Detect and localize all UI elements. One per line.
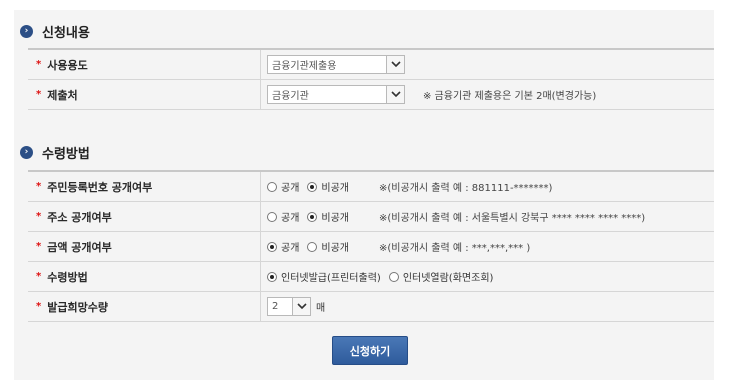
section-application-header: › 신청내용 xyxy=(20,22,90,41)
address-public-radio[interactable]: 공개 xyxy=(267,209,299,224)
address-note: ※(비공개시 출력 예 : 서울특별시 강북구 **** **** **** *… xyxy=(379,213,646,224)
quantity-label: 발급희망수량 xyxy=(47,300,108,314)
section-receipt-title: 수령방법 xyxy=(42,147,90,162)
section-application-title: 신청내용 xyxy=(42,26,90,41)
amount-public-radio[interactable]: 공개 xyxy=(267,239,299,254)
usage-row: * 사용용도 금융기관제출용 xyxy=(28,50,714,80)
address-disclosure-label: 주소 공개여부 xyxy=(47,210,112,224)
rrn-private-radio[interactable]: 비공개 xyxy=(307,179,349,194)
bullet-arrow-icon: › xyxy=(20,25,33,38)
quantity-unit: 매 xyxy=(316,303,326,314)
quantity-select-value: 2 xyxy=(272,301,279,312)
rrn-disclosure-row: * 주민등록번호 공개여부 공개 비공개 ※(비공개시 출력 예 : 88111… xyxy=(28,172,714,202)
form-panel: › 신청내용 * 사용용도 금융기관제출용 * 제출처 금융기관 ※ 금융기관 … xyxy=(14,10,714,380)
required-star-icon: * xyxy=(36,211,42,222)
rrn-note: ※(비공개시 출력 예 : 881111-*******) xyxy=(379,183,553,194)
receipt-method-label: 수령방법 xyxy=(47,270,88,284)
submit-to-note: ※ 금융기관 제출용은 기본 2매(변경가능) xyxy=(423,91,597,102)
amount-note: ※(비공개시 출력 예 : ***,***,*** ) xyxy=(379,243,531,254)
chevron-down-icon[interactable] xyxy=(386,86,404,103)
section-receipt-header: › 수령방법 xyxy=(20,143,90,162)
internet-print-radio[interactable]: 인터넷발급(프린터출력) xyxy=(267,269,381,284)
usage-label: 사용용도 xyxy=(47,58,88,72)
required-star-icon: * xyxy=(36,241,42,252)
bullet-arrow-icon: › xyxy=(20,146,33,159)
quantity-select[interactable]: 2 xyxy=(267,297,311,316)
amount-private-radio[interactable]: 비공개 xyxy=(307,239,349,254)
chevron-down-icon[interactable] xyxy=(292,298,310,315)
submit-to-select-value: 금융기관 xyxy=(272,91,309,102)
usage-select-value: 금융기관제출용 xyxy=(272,61,337,72)
chevron-down-icon[interactable] xyxy=(386,56,404,73)
rrn-public-radio[interactable]: 공개 xyxy=(267,179,299,194)
required-star-icon: * xyxy=(36,89,42,100)
amount-disclosure-label: 금액 공개여부 xyxy=(47,240,112,254)
receipt-form: * 주민등록번호 공개여부 공개 비공개 ※(비공개시 출력 예 : 88111… xyxy=(28,170,714,322)
quantity-row: * 발급희망수량 2 매 xyxy=(28,292,714,322)
internet-view-radio[interactable]: 인터넷열람(화면조회) xyxy=(388,269,493,284)
submit-to-row: * 제출처 금융기관 ※ 금융기관 제출용은 기본 2매(변경가능) xyxy=(28,80,714,110)
usage-select[interactable]: 금융기관제출용 xyxy=(267,55,405,74)
required-star-icon: * xyxy=(36,271,42,282)
amount-disclosure-row: * 금액 공개여부 공개 비공개 ※(비공개시 출력 예 : ***,***,*… xyxy=(28,232,714,262)
rrn-disclosure-label: 주민등록번호 공개여부 xyxy=(47,180,153,194)
required-star-icon: * xyxy=(36,301,42,312)
application-form: * 사용용도 금융기관제출용 * 제출처 금융기관 ※ 금융기관 제출용은 기본… xyxy=(28,48,714,110)
apply-button[interactable]: 신청하기 xyxy=(332,336,408,365)
receipt-method-row: * 수령방법 인터넷발급(프린터출력) 인터넷열람(화면조회) xyxy=(28,262,714,292)
required-star-icon: * xyxy=(36,59,42,70)
submit-to-label: 제출처 xyxy=(47,88,78,102)
required-star-icon: * xyxy=(36,181,42,192)
address-disclosure-row: * 주소 공개여부 공개 비공개 ※(비공개시 출력 예 : 서울특별시 강북구… xyxy=(28,202,714,232)
submit-to-select[interactable]: 금융기관 xyxy=(267,85,405,104)
address-private-radio[interactable]: 비공개 xyxy=(307,209,349,224)
